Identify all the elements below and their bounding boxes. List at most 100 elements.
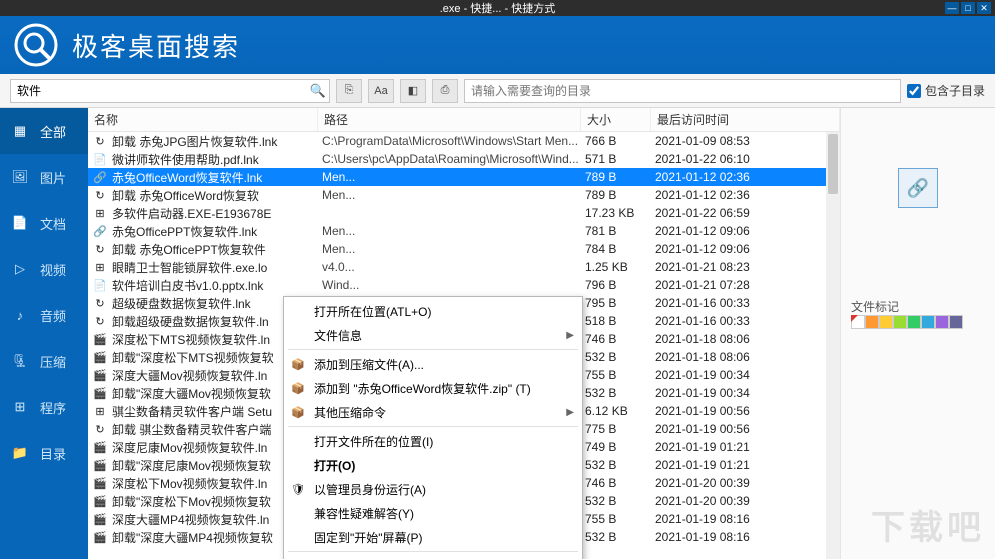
menu-item[interactable]: 复制文件/文件夹路径(P) [284,554,582,559]
case-button[interactable]: Aa [368,79,394,103]
sidebar-label: 视频 [40,260,66,279]
search-input[interactable] [10,79,330,103]
cell-time: 2021-01-19 00:34 [655,368,840,382]
cell-time: 2021-01-19 00:56 [655,404,840,418]
menu-item-icon: 🛡 [290,481,306,497]
menu-item[interactable]: 打开所在位置(ATL+O) [284,299,582,323]
copy-button[interactable]: ⎘ [336,79,362,103]
wholeword-button[interactable]: ◧ [400,79,426,103]
maximize-button[interactable]: □ [961,2,975,14]
menu-item[interactable]: 📦添加到 "赤兔OfficeWord恢复软件.zip" (T) [284,376,582,400]
col-path[interactable]: 路径 [318,108,581,131]
menu-item[interactable]: 🛡 以管理员身份运行(A) [284,477,582,501]
cell-path: Wind... [322,278,585,292]
color-tag-strip [851,315,995,329]
menu-item[interactable]: 兼容性疑难解答(Y) [284,501,582,525]
cell-time: 2021-01-12 09:06 [655,224,840,238]
menu-item[interactable]: 文件信息▶ [284,323,582,347]
table-row[interactable]: ↻卸载 赤兔JPG图片恢复软件.lnkC:\ProgramData\Micros… [88,132,840,150]
include-sub-checkbox[interactable]: 包含子目录 [907,82,985,99]
table-row[interactable]: ⊞多软件启动器.EXE-E193678E17.23 KB2021-01-22 0… [88,204,840,222]
scrollbar[interactable] [826,132,840,559]
file-icon: ↻ [92,241,108,257]
app-logo-icon [14,23,58,67]
cell-size: 6.12 KB [585,404,655,418]
sidebar-item-3[interactable]: ▷ 视频 [0,246,88,292]
cell-name: 多软件启动器.EXE-E193678E [112,205,322,222]
titlebar-text: .exe - 快捷... - 快捷方式 [440,0,556,16]
sidebar-item-0[interactable]: ▦全部 [0,108,88,154]
cell-size: 532 B [585,494,655,508]
sidebar: ▦全部🖼图片📄文档 ▷ 视频 ♪音频🗜压缩⊞程序📁目录 [0,108,88,559]
submenu-arrow-icon: ▶ [566,407,574,418]
sidebar-item-4[interactable]: ♪音频 [0,292,88,338]
color-tag[interactable] [893,315,907,329]
menu-item[interactable]: 打开(O) [284,453,582,477]
minimize-button[interactable]: — [945,2,959,14]
color-tag[interactable] [865,315,879,329]
directory-input[interactable] [464,79,901,103]
cell-name: 赤兔OfficeWord恢复软件.lnk [112,169,322,186]
cell-time: 2021-01-20 00:39 [655,476,840,490]
body-area: ▦全部🖼图片📄文档 ▷ 视频 ♪音频🗜压缩⊞程序📁目录 名称 路径 大小 最后访问时间… [0,108,995,559]
col-size[interactable]: 大小 [581,108,651,131]
table-row[interactable]: 🔗赤兔OfficePPT恢复软件.lnkMen...781 B2021-01-1… [88,222,840,240]
menu-item[interactable]: 固定到"开始"屏幕(P) [284,525,582,549]
table-row[interactable]: 🔗赤兔OfficeWord恢复软件.lnkMen...789 B2021-01-… [88,168,840,186]
file-icon: 🎬 [92,457,108,473]
menu-item-label: 固定到"开始"屏幕(P) [314,529,423,546]
col-time[interactable]: 最后访问时间 [651,108,840,131]
cell-name: 卸载 赤兔JPG图片恢复软件.lnk [112,133,322,150]
table-row[interactable]: 📄微讲师软件使用帮助.pdf.lnkC:\Users\pc\AppData\Ro… [88,150,840,168]
cell-name: 赤兔OfficePPT恢复软件.lnk [112,223,322,240]
cell-size: 532 B [585,350,655,364]
cell-time: 2021-01-20 00:39 [655,494,840,508]
menu-item-label: 文件信息 [314,327,362,344]
color-tag[interactable] [851,315,865,329]
menu-item-icon: 📦 [290,404,306,420]
app-header: 极客桌面搜索 [0,16,995,74]
file-icon: ⊞ [92,205,108,221]
sidebar-item-6[interactable]: ⊞程序 [0,384,88,430]
sidebar-item-7[interactable]: 📁目录 [0,430,88,476]
menu-item[interactable]: 📦添加到压缩文件(A)... [284,352,582,376]
scrollbar-thumb[interactable] [828,134,838,194]
menu-item[interactable]: 打开文件所在的位置(I) [284,429,582,453]
menu-item-label: 以管理员身份运行(A) [314,481,426,498]
app-window: .exe - 快捷... - 快捷方式 — □ ✕ 极客桌面搜索 🔍 ⎘ Aa … [0,0,995,559]
table-row[interactable]: 📄软件培训白皮书v1.0.pptx.lnkWind...796 B2021-01… [88,276,840,294]
titlebar: .exe - 快捷... - 快捷方式 — □ ✕ [0,0,995,16]
col-name[interactable]: 名称 [88,108,318,131]
sidebar-icon: ▦ [10,121,30,141]
regex-button[interactable]: ⎙ [432,79,458,103]
file-icon: 🎬 [92,475,108,491]
list-header: 名称 路径 大小 最后访问时间 [88,108,840,132]
menu-item-label: 打开(O) [314,457,355,474]
close-button[interactable]: ✕ [977,2,991,14]
window-controls: — □ ✕ [945,2,991,14]
sidebar-icon: ▷ [10,259,30,279]
cell-size: 789 B [585,170,655,184]
cell-time: 2021-01-19 08:16 [655,512,840,526]
app-title: 极客桌面搜索 [72,27,240,64]
color-tag[interactable] [921,315,935,329]
sidebar-label: 目录 [40,444,66,463]
color-tag[interactable] [879,315,893,329]
sidebar-item-2[interactable]: 📄文档 [0,200,88,246]
search-icon[interactable]: 🔍 [310,83,326,99]
sidebar-item-5[interactable]: 🗜压缩 [0,338,88,384]
color-tag[interactable] [949,315,963,329]
include-sub-input[interactable] [907,84,921,98]
menu-item[interactable]: 📦其他压缩命令▶ [284,400,582,424]
table-row[interactable]: ↻卸载 赤兔OfficeWord恢复软Men...789 B2021-01-12… [88,186,840,204]
file-icon: 🎬 [92,331,108,347]
table-row[interactable]: ⊞眼睛卫士智能锁屏软件.exe.lov4.0...1.25 KB2021-01-… [88,258,840,276]
context-menu[interactable]: 打开所在位置(ATL+O)文件信息▶📦添加到压缩文件(A)...📦添加到 "赤兔… [283,296,583,559]
cell-size: 781 B [585,224,655,238]
sidebar-icon: 📄 [10,213,30,233]
color-tag[interactable] [935,315,949,329]
color-tag[interactable] [907,315,921,329]
sidebar-item-1[interactable]: 🖼图片 [0,154,88,200]
file-icon: 🎬 [92,511,108,527]
table-row[interactable]: ↻卸载 赤兔OfficePPT恢复软件Men...784 B2021-01-12… [88,240,840,258]
